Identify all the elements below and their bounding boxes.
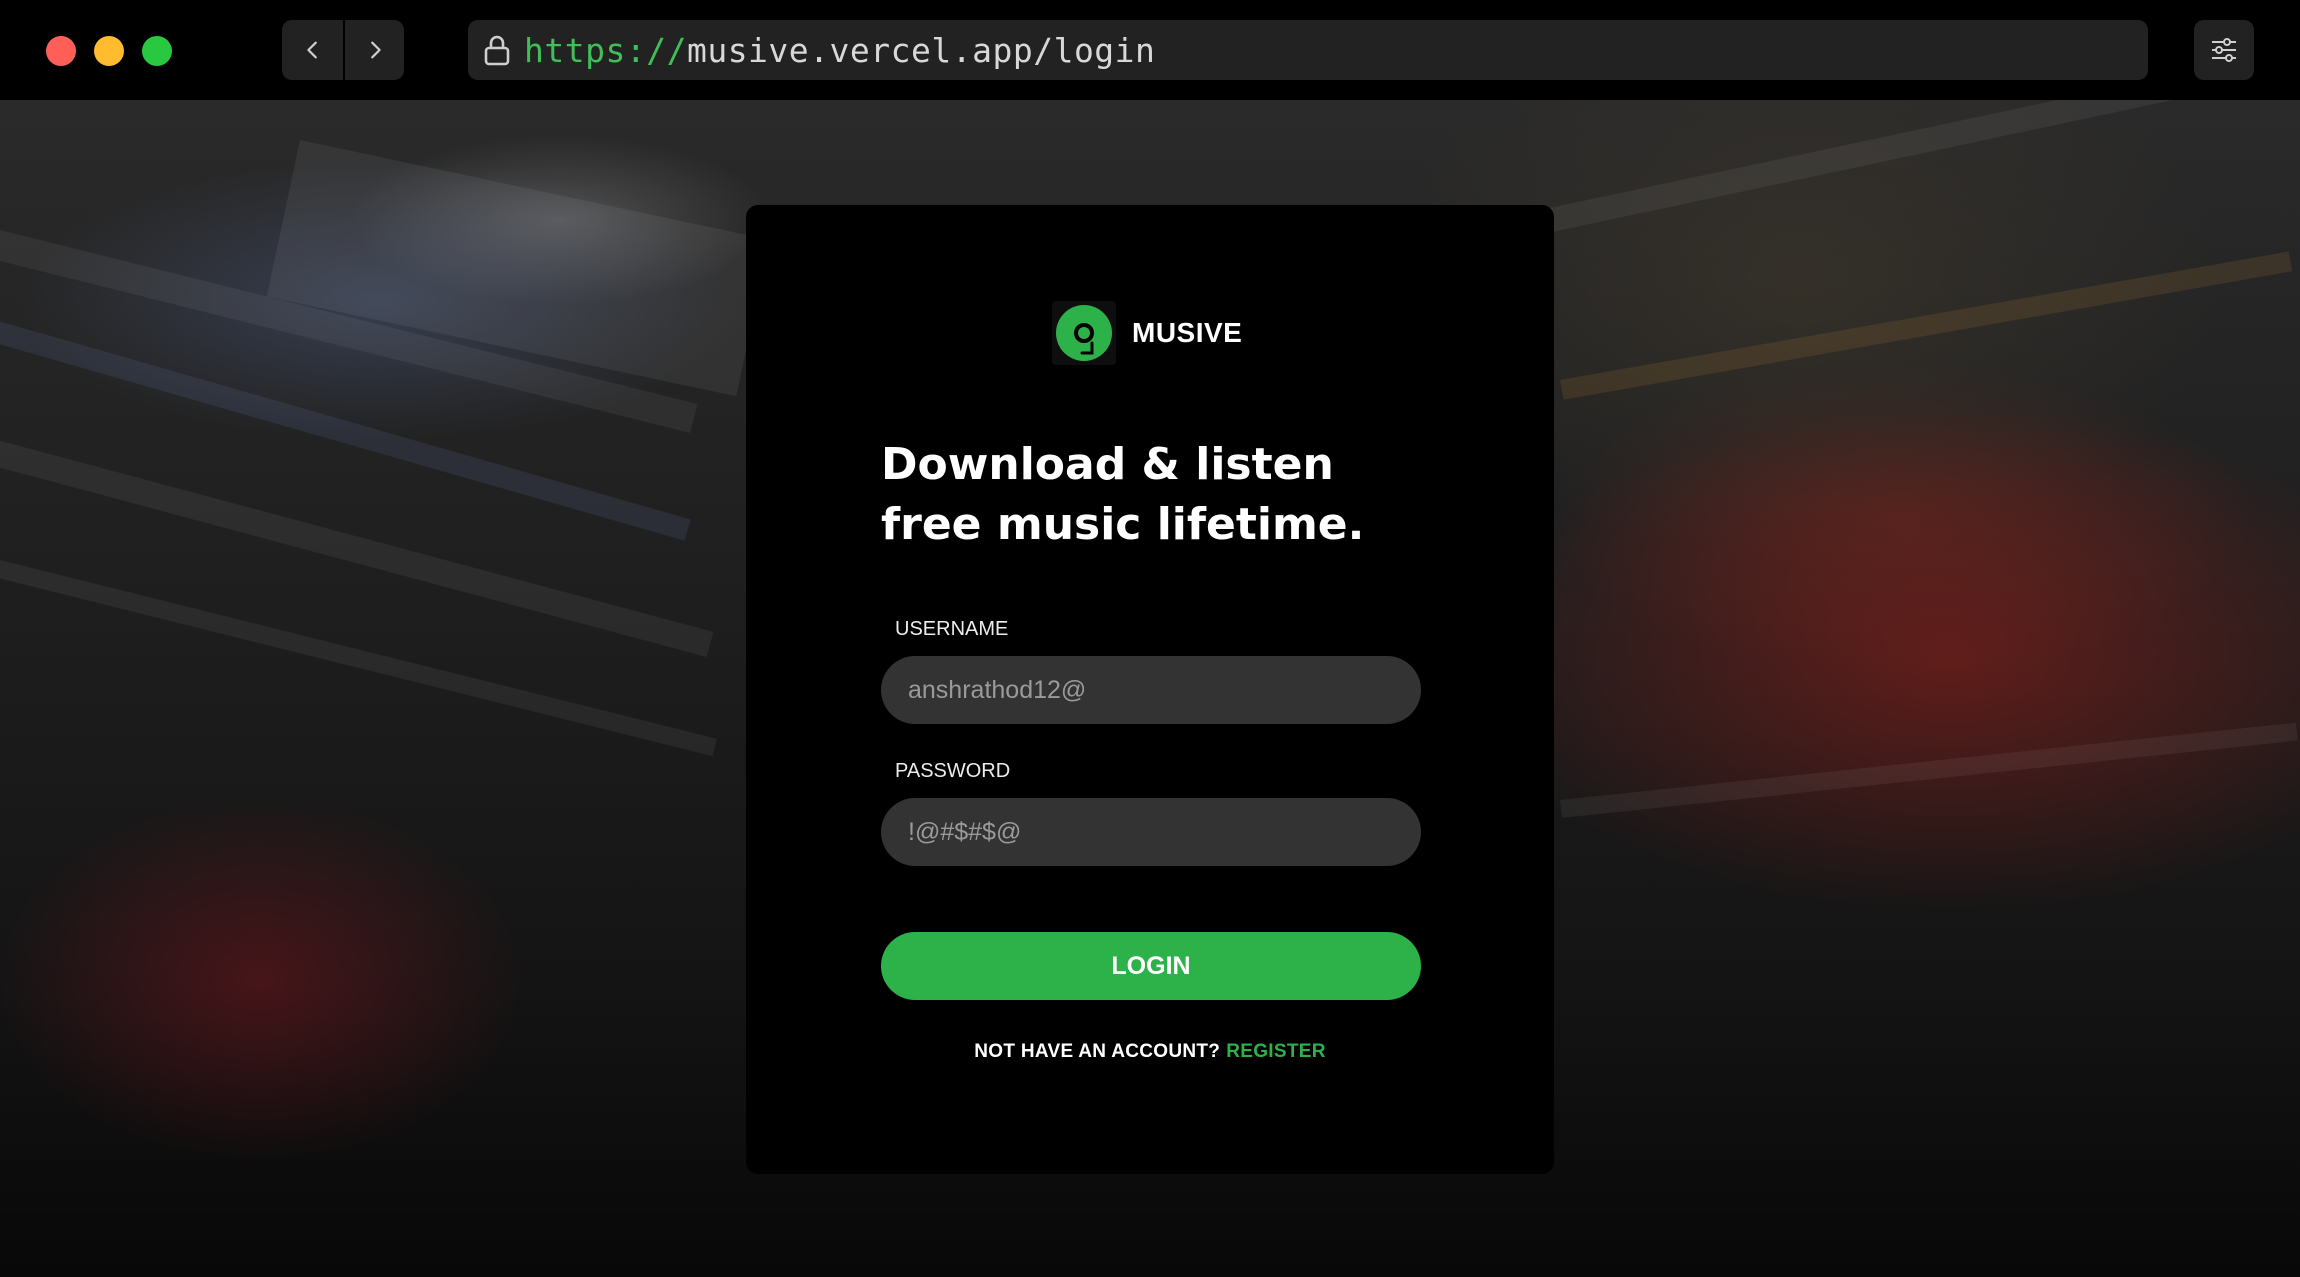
brand-name: MUSIVE [1132,317,1243,348]
register-link[interactable]: REGISTER [1226,1041,1326,1062]
sliders-icon [2212,38,2236,62]
password-input[interactable] [881,798,1421,866]
brand-logo[interactable]: MUSIVE [1052,301,1242,365]
url-scheme: https:// [524,30,687,70]
browser-chrome: https://musive.vercel.app/login [0,0,2300,100]
register-prompt: NOT HAVE AN ACCOUNT? REGISTER [746,1041,1554,1063]
login-button[interactable]: LOGIN [881,932,1421,1000]
chevron-left-icon [306,41,317,59]
back-button[interactable] [282,20,343,80]
chevron-right-icon [370,41,381,59]
settings-button[interactable] [2194,20,2254,80]
maximize-window-button[interactable] [142,36,172,66]
navigation-buttons [282,20,404,80]
password-label: PASSWORD [895,760,1011,782]
url-text: https://musive.vercel.app/login [524,31,1155,70]
minimize-window-button[interactable] [94,36,124,66]
register-prompt-text: NOT HAVE AN ACCOUNT? [974,1041,1221,1062]
username-label: USERNAME [895,618,1009,640]
login-card: MUSIVE Download & listen free music life… [746,205,1554,1174]
close-window-button[interactable] [46,36,76,66]
vinyl-record-icon [1052,301,1116,365]
username-input[interactable] [881,656,1421,724]
address-bar[interactable]: https://musive.vercel.app/login [468,20,2148,80]
forward-button[interactable] [343,20,404,80]
lock-icon [480,31,514,69]
url-path: musive.vercel.app/login [686,30,1156,70]
page-title: Download & listen free music lifetime. [881,439,1365,550]
